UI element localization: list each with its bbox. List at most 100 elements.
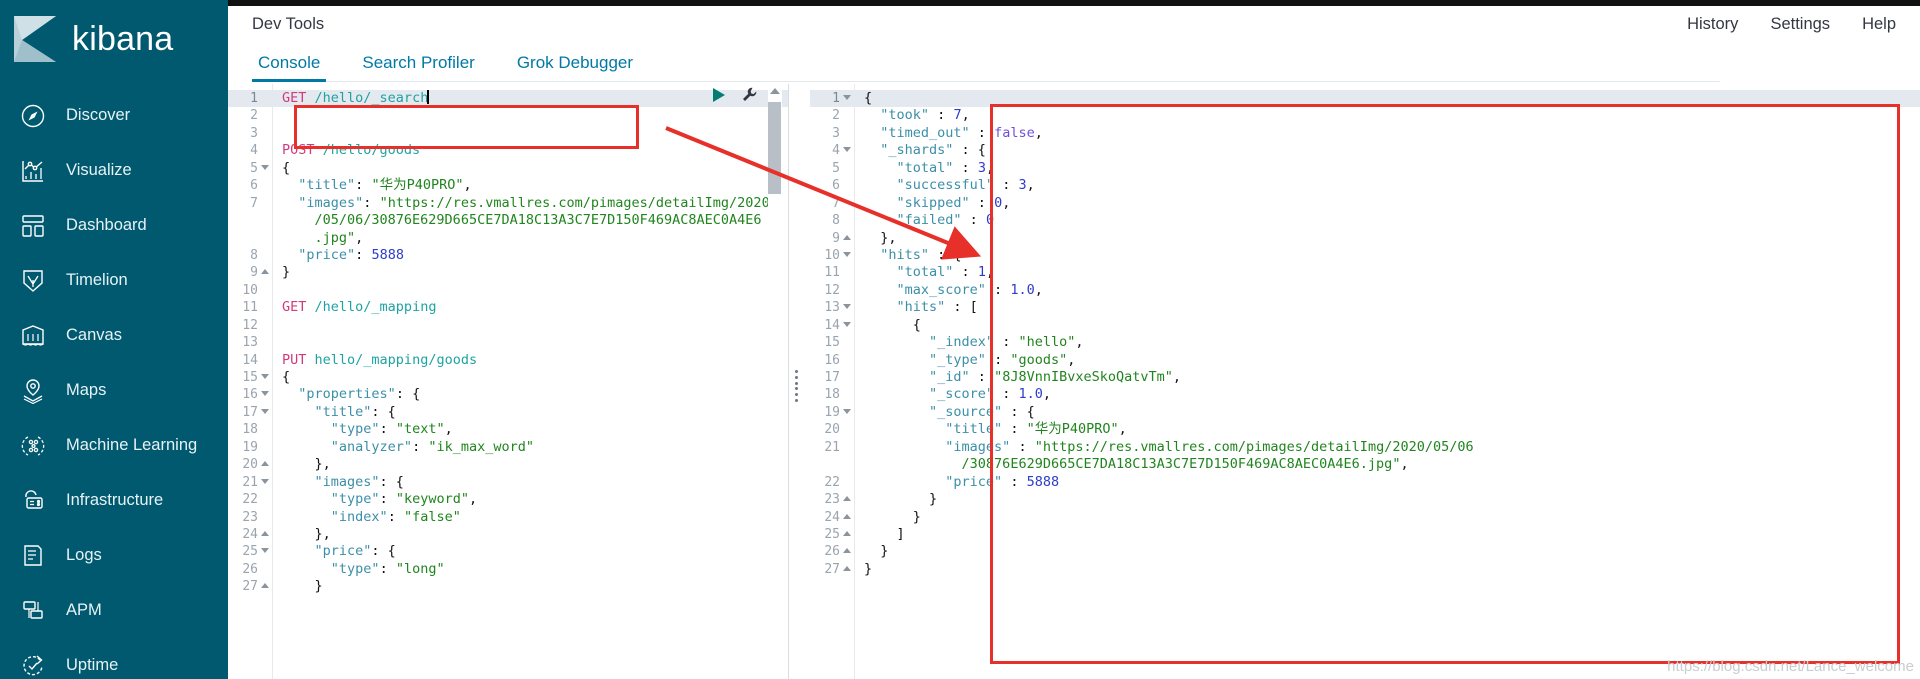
- sidebar-item-dashboard[interactable]: Dashboard: [0, 198, 228, 253]
- request-scrollbar[interactable]: [768, 84, 782, 679]
- fold-expand-icon[interactable]: [843, 496, 851, 502]
- code-token: "text": [395, 421, 445, 438]
- fold-collapse-icon[interactable]: [261, 164, 269, 170]
- fold-collapse-icon[interactable]: [843, 147, 851, 153]
- global-sidebar: kibana Discover Visualize Dashboard Time…: [0, 0, 228, 679]
- code-token: :: [969, 124, 995, 141]
- code-line: }: [854, 543, 1920, 560]
- sidebar-item-apm[interactable]: APM: [0, 583, 228, 638]
- code-line: /30876E629D665CE7DA18C13A3C7E7D150F469AC…: [854, 456, 1920, 473]
- fold-collapse-icon[interactable]: [843, 408, 851, 414]
- line-number: 19: [810, 404, 854, 421]
- code-token: ,: [985, 159, 995, 176]
- fold-collapse-icon[interactable]: [843, 304, 851, 310]
- sidebar-item-canvas[interactable]: Canvas: [0, 308, 228, 363]
- line-number: 7: [250, 195, 258, 211]
- tab-console[interactable]: Console: [252, 53, 327, 82]
- request-editor-pane[interactable]: 1 2 3 4 5 6 7 8 9 10 11 12 13 14 15 16 17 18 19 20 21 22 23 24 2…: [228, 84, 788, 679]
- sidebar-item-label: Discover: [66, 106, 131, 124]
- wrench-icon[interactable]: [741, 86, 758, 108]
- fold-expand-icon[interactable]: [843, 513, 851, 519]
- sidebar-item-maps[interactable]: Maps: [0, 363, 228, 418]
- fold-expand-icon[interactable]: [261, 583, 269, 589]
- fold-expand-icon[interactable]: [843, 234, 851, 240]
- sidebar-item-timelion[interactable]: Timelion: [0, 253, 228, 308]
- main-content: Dev Tools History Settings Help Console …: [228, 6, 1920, 679]
- fold-collapse-icon[interactable]: [261, 391, 269, 397]
- line-number: 16: [228, 386, 272, 403]
- code-token: {: [282, 159, 291, 176]
- kibana-brand[interactable]: kibana: [0, 0, 228, 78]
- tab-grok-debugger[interactable]: Grok Debugger: [511, 53, 639, 82]
- line-number: 6: [250, 178, 258, 194]
- code-token: }: [282, 264, 291, 281]
- fold-expand-icon[interactable]: [261, 530, 269, 536]
- fold-collapse-icon[interactable]: [261, 374, 269, 379]
- code-token: ,: [1026, 177, 1035, 194]
- fold-expand-icon[interactable]: [261, 269, 269, 275]
- sidebar-item-visualize[interactable]: Visualize: [0, 143, 228, 198]
- code-token: :: [929, 107, 954, 124]
- sidebar-item-logs[interactable]: Logs: [0, 528, 228, 583]
- fold-collapse-icon[interactable]: [843, 321, 851, 327]
- infrastructure-server-icon: [16, 484, 50, 518]
- code-token: : {: [395, 386, 421, 403]
- line-number: 2: [250, 108, 258, 124]
- code-token: :: [969, 369, 995, 385]
- tab-search-profiler[interactable]: Search Profiler: [356, 53, 480, 82]
- line-number: 21: [228, 474, 272, 491]
- history-link[interactable]: History: [1687, 15, 1738, 34]
- fold-expand-icon[interactable]: [843, 530, 851, 536]
- code-token: ,: [444, 421, 453, 438]
- fold-collapse-icon[interactable]: [261, 548, 269, 554]
- fold-expand-icon[interactable]: [261, 461, 269, 467]
- response-viewer[interactable]: 1 2 3 4 5 6 7 8 9 10 11 12 13 14 15 16 17 18 19 20 21 22 23 24 2…: [810, 84, 1920, 679]
- code-token: .jpg": [314, 229, 356, 246]
- settings-link[interactable]: Settings: [1770, 15, 1830, 34]
- code-line: .jpg",: [272, 230, 788, 247]
- scrollbar-thumb[interactable]: [768, 102, 781, 194]
- fold-expand-icon[interactable]: [843, 548, 851, 554]
- sidebar-item-machine-learning[interactable]: Machine Learning: [0, 418, 228, 473]
- code-line: "title" : "华为P40PRO",: [854, 421, 1920, 438]
- code-token: ,: [1400, 456, 1409, 473]
- sidebar-item-discover[interactable]: Discover: [0, 88, 228, 143]
- help-link[interactable]: Help: [1862, 15, 1896, 34]
- fold-collapse-icon[interactable]: [261, 478, 269, 484]
- request-code[interactable]: GET /hello/_search POST /hello/goods{ "ti…: [272, 84, 788, 679]
- scrollbar-track[interactable]: [768, 194, 781, 679]
- code-token: : {: [379, 473, 404, 490]
- fold-collapse-icon[interactable]: [843, 95, 851, 100]
- machine-learning-icon: [16, 429, 50, 463]
- code-token: : {: [371, 543, 396, 560]
- sidebar-item-infrastructure[interactable]: Infrastructure: [0, 473, 228, 528]
- code-token: "timed_out": [880, 124, 970, 141]
- code-token: "skipped": [896, 194, 970, 211]
- line-number: 8: [250, 247, 258, 263]
- code-token: 5888: [1026, 473, 1060, 490]
- pane-splitter[interactable]: [788, 84, 810, 679]
- response-pane[interactable]: 1 2 3 4 5 6 7 8 9 10 11 12 13 14 15 16 17 18 19 20 21 22 23 24 2…: [810, 84, 1920, 679]
- sidebar-item-uptime[interactable]: Uptime: [0, 638, 228, 679]
- sidebar-item-label: Timelion: [66, 271, 128, 289]
- line-number: 13: [810, 299, 854, 316]
- code-token: 1.0: [1018, 386, 1043, 403]
- fold-collapse-icon[interactable]: [843, 251, 851, 257]
- play-triangle-icon[interactable]: [710, 87, 728, 108]
- pane-drag-handle-icon[interactable]: [795, 370, 799, 402]
- fold-expand-icon[interactable]: [843, 565, 851, 571]
- code-token: "took": [880, 107, 930, 124]
- request-editor[interactable]: 1 2 3 4 5 6 7 8 9 10 11 12 13 14 15 16 17 18 19 20 21 22 23 24 2…: [228, 84, 788, 679]
- line-number: 15: [228, 369, 272, 386]
- scroll-arrow-up-icon[interactable]: [770, 88, 780, 94]
- fold-collapse-icon[interactable]: [261, 408, 269, 414]
